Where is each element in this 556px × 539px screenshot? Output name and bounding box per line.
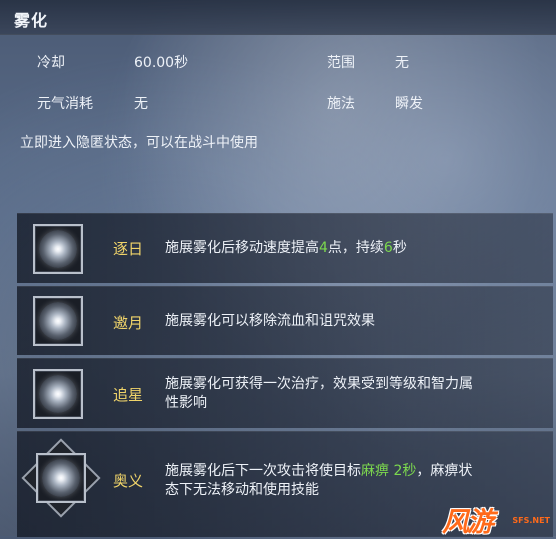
cooldown-label: 冷却 [37,55,65,71]
orb-glow [39,375,77,413]
tooltip-titlebar: 雾化 [0,0,556,35]
cast-value: 瞬发 [395,96,423,112]
upgrade-name: 逐日 [113,240,144,258]
upgrade-text-part: 秒 [392,240,407,256]
upgrade-text-part: 施展雾化后下一次攻击将使目标 [165,463,361,479]
upgrade-text: 施展雾化可以移除流血和诅咒效果 [165,313,375,329]
orb-glow [42,459,80,497]
watermark-text: 风游 [442,507,494,538]
skill-orb-icon [33,296,83,346]
watermark-url: SFS.NET [512,516,550,525]
upgrade-text-part: ，麻痹状 [416,463,473,479]
upgrade-name: 追星 [113,386,144,404]
upgrade-row-yaoyue[interactable]: 邀月 施展雾化可以移除流血和诅咒效果 [17,286,553,355]
upgrade-text-line: 性影响 [165,395,207,411]
paralyze-duration: 麻痹 2秒 [361,463,417,479]
skill-orb-icon [36,453,86,503]
cost-value: 无 [134,96,148,112]
skill-description: 立即进入隐匿状态，可以在战斗中使用 [20,135,258,151]
upgrade-name: 邀月 [113,314,144,332]
speed-value: 4 [319,240,328,256]
upgrade-text-line: 施展雾化可获得一次治疗，效果受到等级和智力属 [165,376,473,392]
upgrade-text-part: 点，持续 [327,240,384,256]
upgrade-text-part: 施展雾化后移动速度提高 [165,240,319,256]
range-label: 范围 [327,55,355,71]
upgrade-row-zhuri[interactable]: 逐日 施展雾化后移动速度提高4点，持续6秒 [17,213,553,283]
upgrade-row-zhuixing[interactable]: 追星 施展雾化可获得一次治疗，效果受到等级和智力属 性影响 [17,358,553,428]
upgrade-text: 施展雾化后移动速度提高4点，持续6秒 [165,239,407,258]
upgrade-text: 施展雾化后下一次攻击将使目标麻痹 2秒，麻痹状 态下无法移动和使用技能 [165,462,472,500]
upgrade-text-line: 态下无法移动和使用技能 [165,482,319,498]
orb-glow [39,302,77,340]
cast-label: 施法 [327,96,355,112]
orb-glow [39,230,77,268]
cost-label: 元气消耗 [37,96,93,112]
cooldown-value: 60.00秒 [134,55,189,71]
upgrade-text-line: 施展雾化后下一次攻击将使目标麻痹 2秒，麻痹状 [165,462,472,481]
upgrade-text: 施展雾化可获得一次治疗，效果受到等级和智力属 性影响 [165,375,473,413]
skill-orb-icon [33,369,83,419]
duration-value: 6 [383,240,393,256]
range-value: 无 [395,55,409,71]
upgrade-name: 奥义 [113,472,144,490]
watermark-logo: 风游 SFS.NET [440,500,552,538]
skill-orb-icon [33,224,83,274]
skill-title: 雾化 [14,11,49,30]
